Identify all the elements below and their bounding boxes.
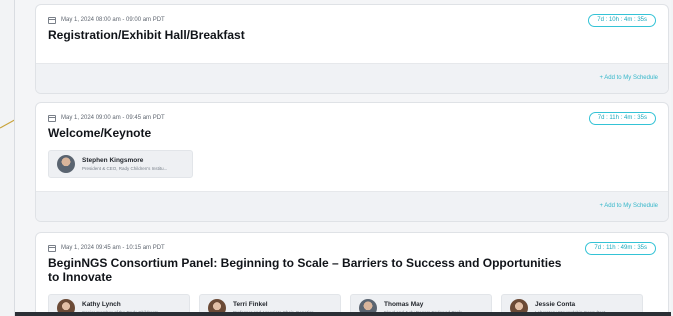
session-title[interactable]: Welcome/Keynote <box>48 126 656 140</box>
countdown-badge: 7d : 10h : 4m : 35s <box>588 14 656 27</box>
session-footer: + Add to My Schedule <box>36 63 668 93</box>
session-card: May 1, 2024 08:00 am - 09:00 am PDT Regi… <box>35 4 669 94</box>
speaker-role: President & CEO, Rady Children's Institu… <box>82 166 168 171</box>
speaker-chip[interactable]: Stephen Kingsmore President & CEO, Rady … <box>48 150 193 178</box>
speaker-name: Kathy Lynch <box>82 301 121 308</box>
speaker-name: Thomas May <box>384 301 424 308</box>
countdown-badge: 7d : 11h : 49m : 35s <box>585 242 656 255</box>
session-title[interactable]: BeginNGS Consortium Panel: Beginning to … <box>48 256 568 284</box>
calendar-icon <box>48 16 56 24</box>
speaker-name: Jessie Conta <box>535 301 576 308</box>
session-datetime: May 1, 2024 08:00 am - 09:00 am PDT <box>48 15 656 25</box>
calendar-icon <box>48 244 56 252</box>
schedule-list: May 1, 2024 08:00 am - 09:00 am PDT Regi… <box>14 0 671 316</box>
session-footer: + Add to My Schedule <box>36 191 668 221</box>
calendar-icon <box>48 114 56 122</box>
session-title[interactable]: Registration/Exhibit Hall/Breakfast <box>48 28 656 42</box>
speaker-name: Stephen Kingsmore <box>82 157 144 164</box>
session-card: May 1, 2024 09:00 am - 09:45 am PDT Welc… <box>35 102 669 222</box>
bottom-edge <box>15 312 671 316</box>
add-to-schedule-button[interactable]: + Add to My Schedule <box>599 75 658 81</box>
session-datetime: May 1, 2024 09:45 am - 10:15 am PDT <box>48 243 656 253</box>
speaker-name: Terri Finkel <box>233 301 268 308</box>
avatar <box>57 155 75 173</box>
countdown-badge: 7d : 11h : 4m : 35s <box>588 112 656 125</box>
session-card: May 1, 2024 09:45 am - 10:15 am PDT Begi… <box>35 232 669 316</box>
add-to-schedule-button[interactable]: + Add to My Schedule <box>599 203 658 209</box>
session-datetime: May 1, 2024 09:00 am - 09:45 am PDT <box>48 113 656 123</box>
